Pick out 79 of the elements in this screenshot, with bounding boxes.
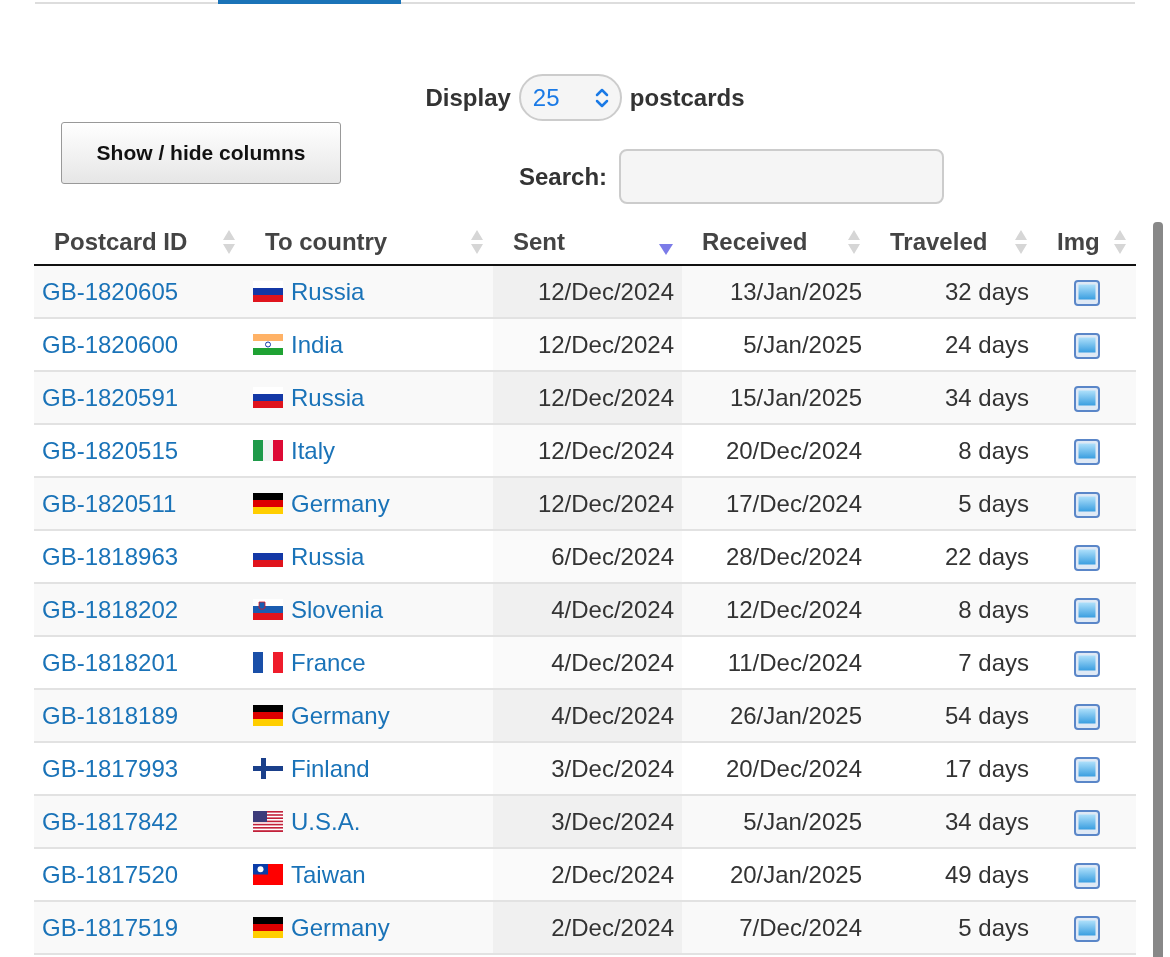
sort-both-icon — [1112, 228, 1128, 256]
table-cell: 6/Dec/2024 — [493, 530, 682, 583]
table-cell: 34 days — [870, 371, 1037, 424]
flag-icon — [253, 334, 283, 355]
flag-icon — [253, 758, 283, 779]
image-icon[interactable] — [1073, 386, 1100, 413]
postcard-id-link[interactable]: GB-1817993 — [42, 754, 179, 782]
flag-icon — [253, 652, 283, 673]
image-icon[interactable] — [1073, 598, 1100, 625]
table-cell: 4/Dec/2024 — [493, 583, 682, 636]
image-icon[interactable] — [1073, 439, 1100, 466]
image-icon[interactable] — [1073, 704, 1100, 731]
image-icon[interactable] — [1073, 916, 1100, 943]
image-icon[interactable] — [1073, 757, 1100, 784]
sort-both-icon — [846, 228, 862, 256]
table-cell: 3/Dec/2024 — [493, 795, 682, 848]
flag-icon — [253, 599, 283, 620]
flag-icon — [253, 705, 283, 726]
table-cell: 54 days — [870, 689, 1037, 742]
sort-descending-icon — [658, 242, 674, 256]
country-link[interactable]: France — [291, 644, 366, 681]
table-cell: 12/Dec/2024 — [493, 424, 682, 477]
postcard-id-link[interactable]: GB-1818201 — [42, 648, 179, 676]
table-cell: 26/Jan/2025 — [682, 689, 870, 742]
table-cell: 13/Jan/2025 — [682, 265, 870, 318]
scrollbar[interactable] — [1153, 222, 1163, 957]
postcard-id-link[interactable]: GB-1817520 — [42, 860, 179, 888]
table-cell: 12/Dec/2024 — [493, 265, 682, 318]
table-cell: 4/Dec/2024 — [493, 689, 682, 742]
table-cell: 32 days — [870, 265, 1037, 318]
table-cell: 5 days — [870, 901, 1037, 954]
image-icon[interactable] — [1073, 651, 1100, 678]
sort-both-icon — [469, 228, 485, 256]
postcard-id-link[interactable]: GB-1820515 — [42, 436, 179, 464]
table-cell: 34 days — [870, 795, 1037, 848]
postcard-id-link[interactable]: GB-1818963 — [42, 542, 179, 570]
flag-icon — [253, 440, 283, 461]
table-cell: 12/Dec/2024 — [493, 477, 682, 530]
table-cell: 12/Dec/2024 — [493, 371, 682, 424]
chevron-up-down-icon — [593, 86, 610, 109]
flag-icon — [253, 387, 283, 408]
country-link[interactable]: U.S.A. — [291, 803, 361, 840]
sort-both-icon — [221, 228, 237, 256]
table-cell: 8 days — [870, 583, 1037, 636]
sort-both-icon — [1013, 228, 1029, 256]
postcard-id-link[interactable]: GB-1820600 — [42, 330, 179, 358]
table-cell: 2/Dec/2024 — [493, 901, 682, 954]
table-cell: 7/Dec/2024 — [682, 901, 870, 954]
table-cell: 5 days — [870, 477, 1037, 530]
table-cell: 12/Dec/2024 — [682, 583, 870, 636]
table-cell: 17/Dec/2024 — [682, 477, 870, 530]
country-link[interactable]: India — [291, 326, 344, 363]
table-cell: 2/Dec/2024 — [493, 848, 682, 901]
display-label: Display — [425, 82, 511, 113]
table-cell: 15/Jan/2025 — [682, 371, 870, 424]
table-cell: 4/Dec/2024 — [493, 636, 682, 689]
search-label: Search: — [519, 161, 608, 192]
image-icon[interactable] — [1073, 333, 1100, 360]
flag-icon — [253, 493, 283, 514]
flag-icon — [253, 811, 283, 832]
search-field[interactable] — [619, 149, 945, 204]
image-icon[interactable] — [1073, 280, 1100, 307]
flag-icon — [253, 864, 283, 885]
flag-icon — [253, 917, 283, 938]
country-link[interactable]: Finland — [291, 750, 370, 787]
table-cell: 5/Jan/2025 — [682, 795, 870, 848]
image-icon[interactable] — [1073, 863, 1100, 890]
table-cell: 3/Dec/2024 — [493, 742, 682, 795]
table-cell: 12/Dec/2024 — [493, 318, 682, 371]
flag-icon — [253, 281, 283, 302]
image-icon[interactable] — [1073, 810, 1100, 837]
image-icon[interactable] — [1073, 545, 1100, 572]
page-size-select[interactable]: 25 — [518, 74, 622, 121]
image-icon[interactable] — [1073, 492, 1100, 519]
country-link[interactable]: Italy — [291, 432, 335, 469]
country-link[interactable]: Taiwan — [291, 856, 366, 893]
show-hide-columns-button[interactable]: Show / hide columns — [61, 122, 341, 184]
postcards-label: postcards — [629, 82, 745, 113]
country-link[interactable]: Russia — [291, 538, 365, 575]
